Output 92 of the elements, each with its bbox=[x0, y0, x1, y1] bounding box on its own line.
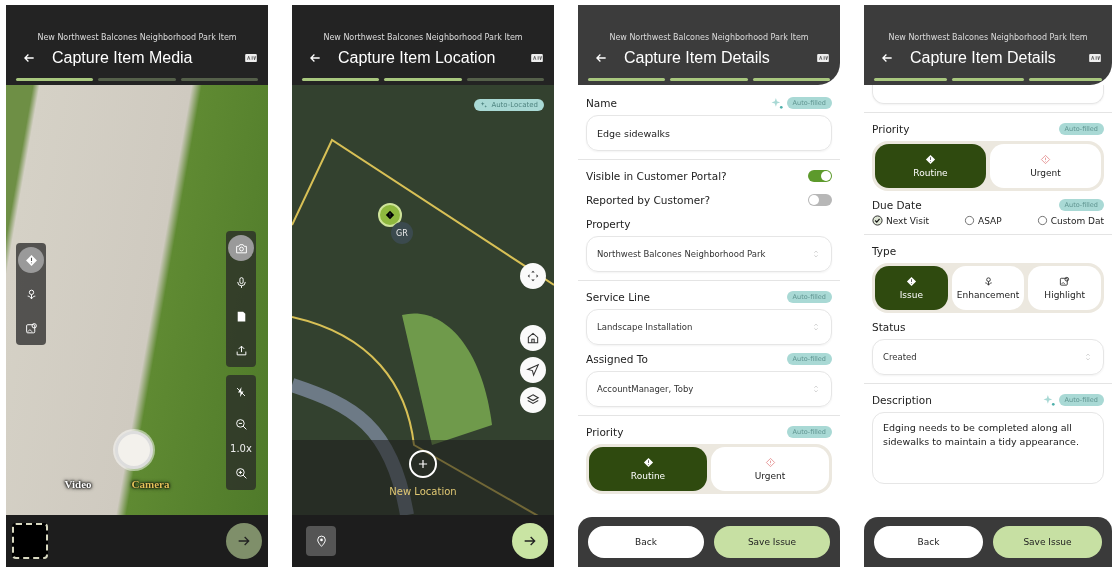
plus-icon bbox=[416, 457, 430, 471]
field-label: Type bbox=[872, 245, 897, 257]
field-label: Name bbox=[586, 97, 617, 109]
ai-badge-icon bbox=[244, 51, 258, 65]
save-button[interactable]: Save Issue bbox=[714, 526, 830, 558]
location-button[interactable] bbox=[306, 526, 336, 556]
select-value: AccountManager, Toby bbox=[597, 384, 694, 394]
media-thumbnail[interactable] bbox=[12, 523, 48, 559]
item-type-button[interactable] bbox=[18, 247, 44, 273]
toggle-label: Reported by Customer? bbox=[586, 194, 711, 206]
back-arrow-icon bbox=[308, 51, 322, 65]
microphone-icon bbox=[234, 275, 248, 289]
diamond-alert-icon bbox=[925, 154, 936, 165]
segment-option[interactable]: Enhancement bbox=[951, 266, 1025, 310]
chevron-updown-icon bbox=[811, 249, 821, 259]
zoom-out-icon bbox=[234, 417, 248, 431]
select-value: Northwest Balcones Neighborhood Park bbox=[597, 249, 766, 259]
screen-title: Capture Item Details bbox=[910, 49, 1057, 67]
field-label: Due Date bbox=[872, 199, 922, 211]
image-pin-icon bbox=[1059, 276, 1071, 287]
field-label: Priority bbox=[872, 123, 910, 135]
diamond-alert-icon bbox=[24, 253, 38, 267]
select-field[interactable] bbox=[872, 85, 1104, 104]
shutter-button[interactable] bbox=[115, 431, 153, 469]
segment-option[interactable]: Highlight bbox=[1028, 266, 1101, 310]
select-value: Created bbox=[883, 352, 917, 362]
header-subtitle: New Northwest Balcones Neighborhood Park Item bbox=[609, 33, 809, 42]
back-arrow-icon bbox=[880, 51, 894, 65]
diamond-alert-icon bbox=[1040, 154, 1051, 165]
ai-badge-icon bbox=[530, 51, 544, 65]
radio-option[interactable]: Next Visit bbox=[872, 215, 929, 226]
navigation-arrow-icon bbox=[526, 363, 540, 377]
four-arrows-icon bbox=[526, 269, 540, 283]
radio-option[interactable]: Custom Dat bbox=[1036, 215, 1104, 226]
segment-option[interactable]: Urgent bbox=[990, 144, 1101, 188]
toggle-switch[interactable] bbox=[808, 194, 832, 206]
toggle-label: Visible in Customer Portal? bbox=[586, 170, 727, 182]
segment-option[interactable]: Issue bbox=[875, 266, 948, 310]
select-field[interactable]: Northwest Balcones Neighborhood Park bbox=[586, 236, 832, 272]
header-subtitle: New Northwest Balcones Neighborhood Park Item bbox=[888, 33, 1088, 42]
screen-title: Capture Item Location bbox=[338, 49, 497, 67]
back-arrow-icon bbox=[594, 51, 608, 65]
field-label: Service Line bbox=[586, 291, 651, 303]
field-label: Status bbox=[872, 321, 906, 333]
next-button[interactable] bbox=[512, 523, 548, 559]
text-field[interactable]: Edge sidewalks bbox=[586, 115, 832, 151]
capture-mode-button[interactable] bbox=[228, 235, 254, 261]
chevron-updown-icon bbox=[1083, 352, 1093, 362]
field-label: Description bbox=[872, 394, 932, 406]
screen-title: Capture Item Media bbox=[52, 49, 194, 67]
segment-option[interactable]: Routine bbox=[875, 144, 986, 188]
next-button[interactable] bbox=[226, 523, 262, 559]
upload-icon bbox=[234, 343, 248, 357]
camera-icon bbox=[234, 241, 248, 255]
radio-option[interactable]: ASAP bbox=[964, 215, 1002, 226]
diamond-alert-icon bbox=[642, 457, 654, 468]
layers-icon bbox=[526, 393, 540, 407]
ai-badge-icon bbox=[816, 51, 830, 65]
field-label: Assigned To bbox=[586, 353, 648, 365]
header-subtitle: New Northwest Balcones Neighborhood Park Item bbox=[37, 33, 237, 42]
sparkle-icon bbox=[480, 101, 489, 109]
diamond-alert-icon bbox=[385, 210, 395, 220]
ai-badge-icon bbox=[1088, 51, 1102, 65]
select-field[interactable]: Created bbox=[872, 339, 1104, 375]
screen-title: Capture Item Details bbox=[624, 49, 771, 67]
diamond-alert-icon bbox=[905, 276, 917, 287]
back-button[interactable]: Back bbox=[874, 526, 983, 558]
select-value: Landscape Installation bbox=[597, 322, 693, 332]
segment-option[interactable]: Urgent bbox=[711, 447, 829, 491]
back-arrow-icon bbox=[22, 51, 36, 65]
chevron-updown-icon bbox=[811, 322, 821, 332]
field-label: Property bbox=[586, 218, 631, 230]
field-label: Priority bbox=[586, 426, 624, 438]
zoom-level: 1.0x bbox=[230, 443, 252, 454]
map-pin-icon bbox=[314, 534, 328, 548]
flower-icon bbox=[982, 276, 994, 287]
add-location-label: New Location bbox=[389, 486, 457, 497]
segment-option[interactable]: Routine bbox=[589, 447, 707, 491]
home-icon bbox=[526, 331, 540, 345]
text-area[interactable]: Edging needs to be completed along all sidewalks to maintain a tidy appearance. bbox=[872, 412, 1104, 484]
back-button[interactable]: Back bbox=[588, 526, 704, 558]
chevron-updown-icon bbox=[811, 384, 821, 394]
toggle-switch[interactable] bbox=[808, 170, 832, 182]
save-button[interactable]: Save Issue bbox=[993, 526, 1102, 558]
header-subtitle: New Northwest Balcones Neighborhood Park Item bbox=[323, 33, 523, 42]
select-field[interactable]: Landscape Installation bbox=[586, 309, 832, 345]
flash-off-icon bbox=[235, 386, 247, 398]
add-location-button[interactable] bbox=[409, 450, 437, 478]
zoom-in-icon bbox=[234, 466, 248, 480]
select-field[interactable]: AccountManager, Toby bbox=[586, 371, 832, 407]
image-pin-icon bbox=[24, 321, 38, 335]
diamond-alert-icon bbox=[764, 457, 776, 468]
